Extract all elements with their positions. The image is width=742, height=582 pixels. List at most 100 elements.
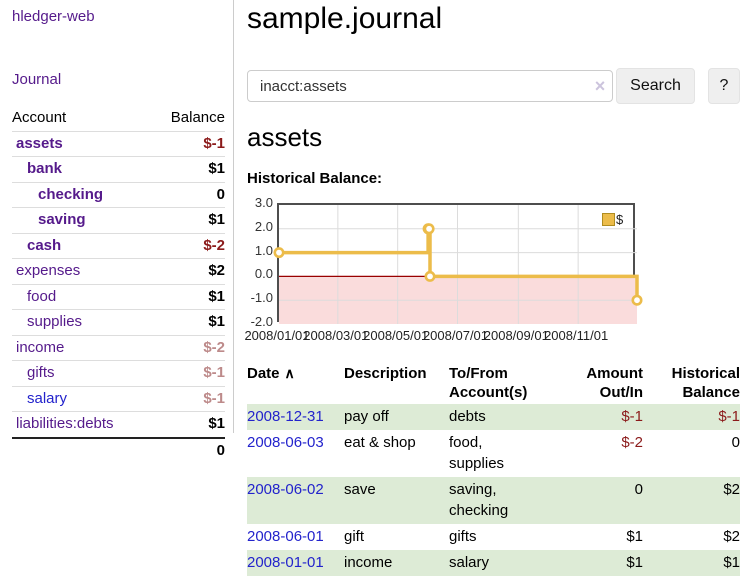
transaction-description: eat & shop xyxy=(344,430,449,477)
search-input[interactable] xyxy=(247,70,613,102)
transaction-row: 2008-06-01 giftgifts$1$2 xyxy=(247,524,740,550)
account-balance: $-1 xyxy=(203,135,225,154)
account-balance: 0 xyxy=(217,186,225,205)
transaction-balance: $1 xyxy=(643,550,740,576)
account-row: income $-2 xyxy=(12,335,225,361)
legend-swatch-icon xyxy=(602,213,615,226)
accounts-header-balance: Balance xyxy=(171,109,225,128)
account-row: expenses $2 xyxy=(12,258,225,284)
transaction-date-link[interactable]: 2008-12-31 xyxy=(247,408,324,425)
account-row: bank $1 xyxy=(12,156,225,182)
transaction-date-link[interactable]: 2008-06-03 xyxy=(247,434,324,451)
account-link[interactable]: saving xyxy=(12,211,86,230)
account-row: saving $1 xyxy=(12,207,225,233)
data-point-marker xyxy=(425,225,433,233)
account-link[interactable]: checking xyxy=(12,186,103,205)
account-balance: $1 xyxy=(208,160,225,179)
register-column-header: AmountOut/In xyxy=(549,362,643,404)
y-axis-tick-label: 3.0 xyxy=(245,195,273,211)
transaction-accounts: debts xyxy=(449,404,549,430)
clear-search-icon[interactable]: × xyxy=(590,76,610,96)
account-link[interactable]: supplies xyxy=(12,313,82,332)
account-balance: $1 xyxy=(208,313,225,332)
sidebar-item-journal[interactable]: Journal xyxy=(12,71,61,88)
account-balance: $1 xyxy=(208,288,225,307)
transaction-description: pay off xyxy=(344,404,449,430)
y-axis-tick-label: 1.0 xyxy=(245,243,273,259)
transaction-description: save xyxy=(344,477,449,524)
account-link[interactable]: income xyxy=(12,339,64,358)
transaction-accounts: gifts xyxy=(449,524,549,550)
transaction-row: 2008-06-03eat & shopfood, supplies$-20 xyxy=(247,430,740,477)
app-title-link[interactable]: hledger-web xyxy=(12,8,95,25)
account-row: salary $-1 xyxy=(12,386,225,412)
transaction-amount: $1 xyxy=(549,524,643,550)
account-row: checking 0 xyxy=(12,182,225,208)
transaction-balance: $2 xyxy=(643,524,740,550)
account-balance: $2 xyxy=(208,262,225,281)
chart-plot-area xyxy=(277,203,635,322)
data-point-marker xyxy=(426,272,434,280)
transaction-accounts: food, supplies xyxy=(449,430,549,477)
data-point-marker xyxy=(633,296,641,304)
register-column-header[interactable]: Date∧ xyxy=(247,362,344,404)
account-row: liabilities:debts $1 xyxy=(12,411,225,437)
accounts-total-row: 0 xyxy=(12,437,225,464)
account-link[interactable]: food xyxy=(12,288,56,307)
transaction-description: income xyxy=(344,550,449,576)
register-table-header-row: Date∧DescriptionTo/FromAccount(s)AmountO… xyxy=(247,362,740,404)
transaction-date-link[interactable]: 2008-06-02 xyxy=(247,481,324,498)
transaction-balance: $-1 xyxy=(643,404,740,430)
page-title: sample.journal xyxy=(247,2,442,36)
chart-title: Historical Balance: xyxy=(247,170,382,187)
accounts-header: Account Balance xyxy=(12,106,225,131)
help-button[interactable]: ? xyxy=(708,68,740,104)
transaction-description: gift xyxy=(344,524,449,550)
account-balance: $-1 xyxy=(203,390,225,409)
chart-legend: $ xyxy=(602,212,623,227)
transaction-amount: $-2 xyxy=(549,430,643,477)
account-heading: assets xyxy=(247,122,322,153)
account-balance: $-2 xyxy=(203,237,225,256)
transaction-amount: $-1 xyxy=(549,404,643,430)
transaction-row: 2008-01-01incomesalary$1$1 xyxy=(247,550,740,576)
y-axis-tick-label: -1.0 xyxy=(245,290,273,306)
transaction-row: 2008-12-31pay offdebts$-1$-1 xyxy=(247,404,740,430)
account-balance: $1 xyxy=(208,211,225,230)
chart-canvas xyxy=(279,205,637,324)
account-link[interactable]: salary xyxy=(12,390,67,409)
account-link[interactable]: assets xyxy=(12,135,63,154)
sidebar-divider xyxy=(233,0,234,433)
y-axis-tick-label: 0.0 xyxy=(245,266,273,282)
account-balance: $-1 xyxy=(203,364,225,383)
account-row: supplies $1 xyxy=(12,309,225,335)
transaction-amount: $1 xyxy=(549,550,643,576)
account-link[interactable]: bank xyxy=(12,160,62,179)
account-link[interactable]: cash xyxy=(12,237,61,256)
sort-asc-icon[interactable]: ∧ xyxy=(285,365,295,381)
data-point-marker xyxy=(275,248,283,256)
account-row: gifts $-1 xyxy=(12,360,225,386)
transaction-date-link[interactable]: 2008-06-01 xyxy=(247,528,324,545)
account-link[interactable]: liabilities:debts xyxy=(12,415,114,434)
account-balance: $1 xyxy=(208,415,225,434)
accounts-header-account: Account xyxy=(12,109,66,128)
transaction-amount: 0 xyxy=(549,477,643,524)
accounts-total-value: 0 xyxy=(217,442,225,461)
x-axis-tick-label: 2008/11/01 xyxy=(536,328,616,343)
transaction-date-link[interactable]: 2008-01-01 xyxy=(247,554,324,571)
transaction-balance: $2 xyxy=(643,477,740,524)
y-axis-tick-label: 2.0 xyxy=(245,219,273,235)
accounts-panel: Account Balance assets $-1 bank $1 checking 0… xyxy=(12,106,225,463)
account-row: assets $-1 xyxy=(12,131,225,157)
register-column-header: Description xyxy=(344,362,449,404)
account-link[interactable]: gifts xyxy=(12,364,55,383)
account-balance: $-2 xyxy=(203,339,225,358)
accounts-table-body: assets $-1 bank $1 checking 0 saving $1 cash $-2 e… xyxy=(12,131,225,437)
transaction-row: 2008-06-02savesaving, checking0$2 xyxy=(247,477,740,524)
account-row: food $1 xyxy=(12,284,225,310)
register-table: Date∧DescriptionTo/FromAccount(s)AmountO… xyxy=(247,362,740,576)
account-link[interactable]: expenses xyxy=(12,262,80,281)
search-button[interactable]: Search xyxy=(616,68,695,104)
account-row: cash $-2 xyxy=(12,233,225,259)
